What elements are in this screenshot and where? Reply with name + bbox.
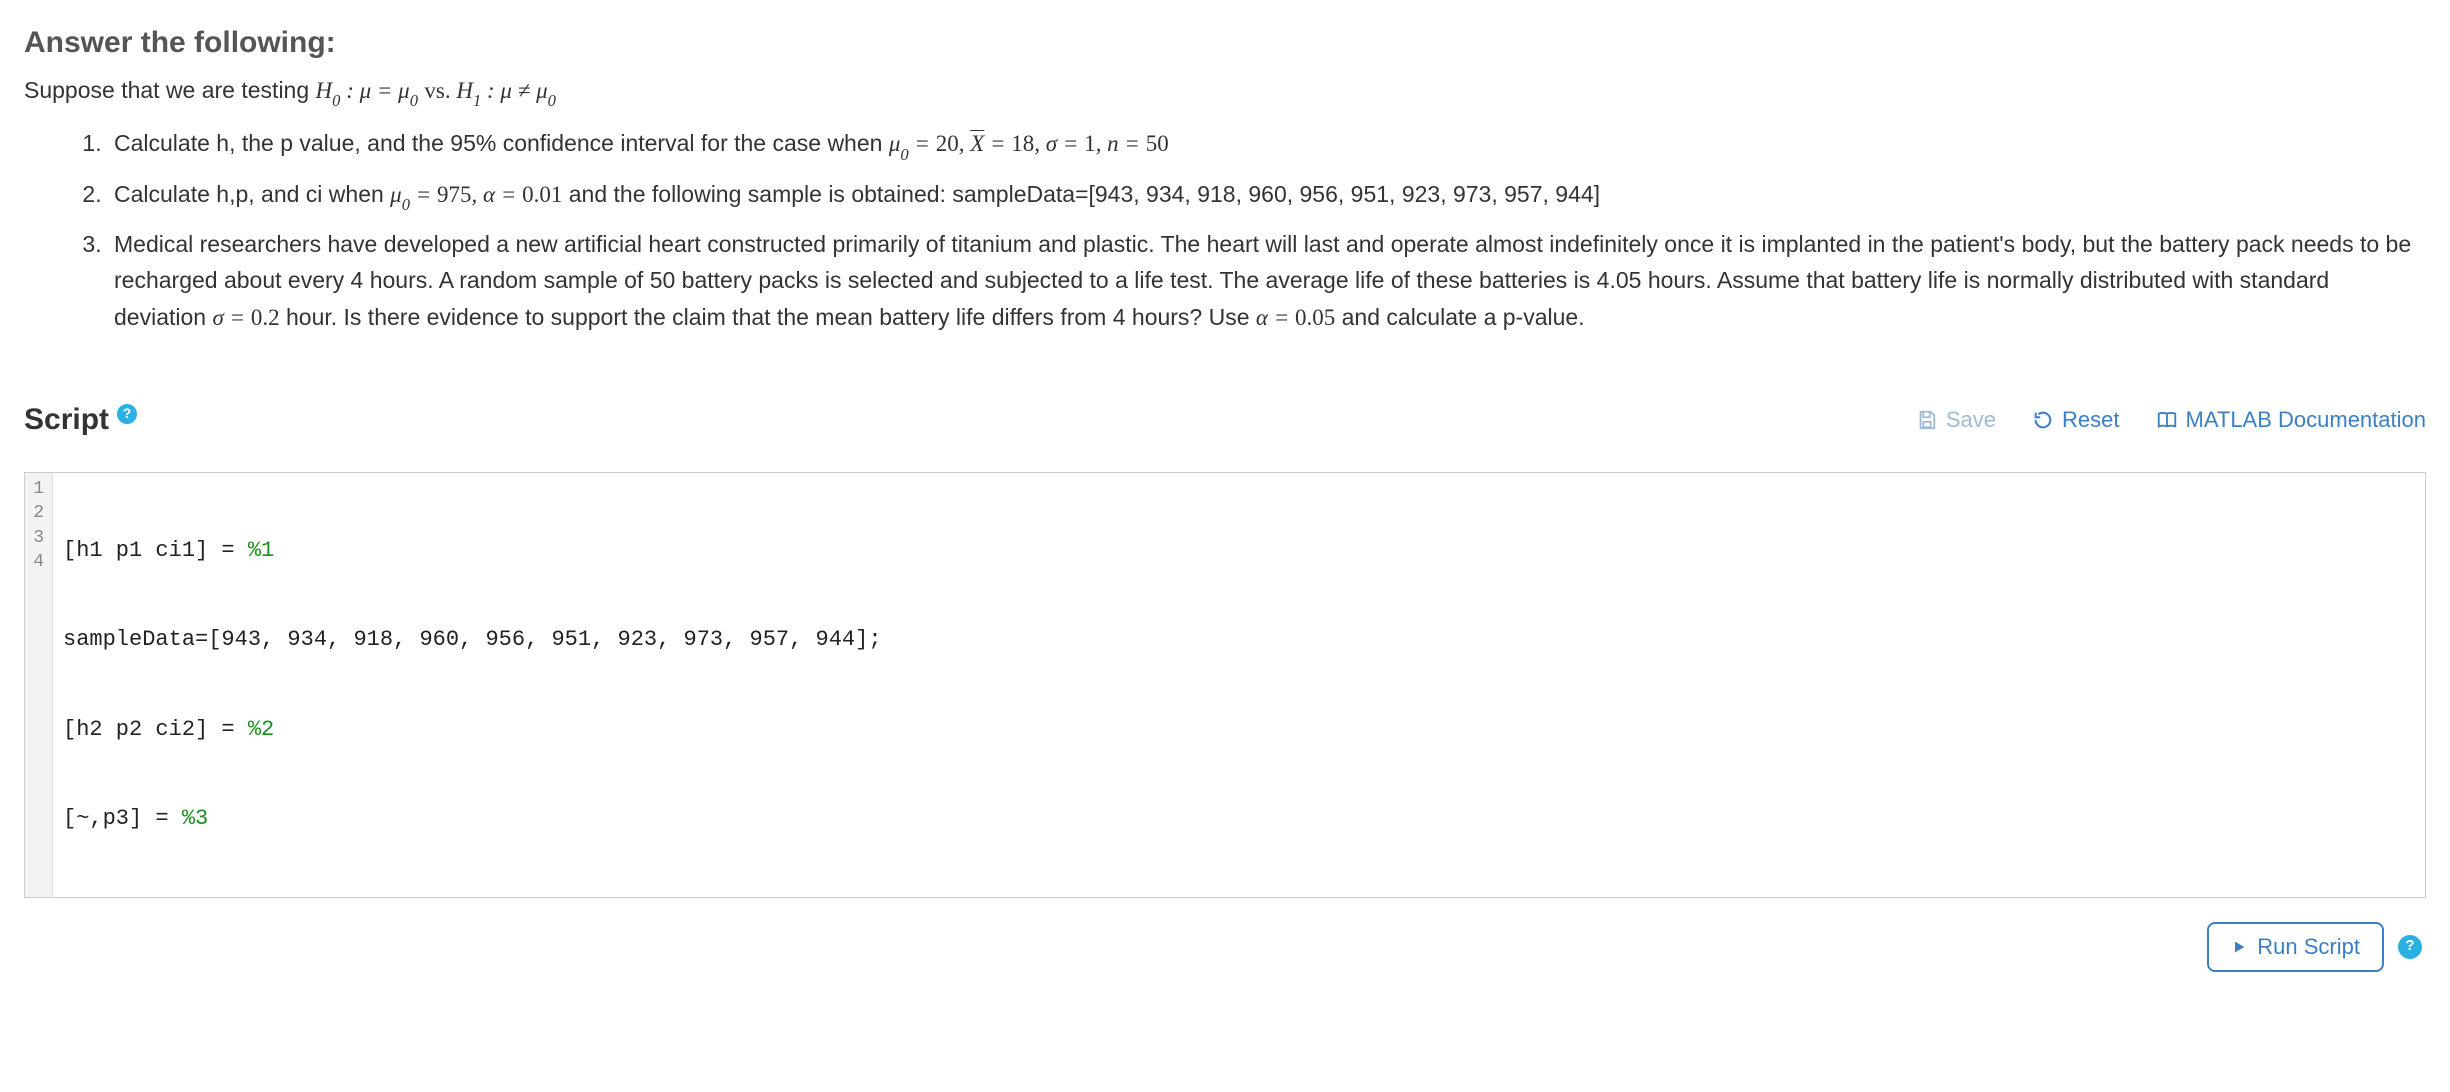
save-button[interactable]: Save [1916,407,1996,433]
docs-label: MATLAB Documentation [2186,407,2426,433]
code-line: sampleData=[943, 934, 918, 960, 956, 951… [63,625,2415,655]
reset-label: Reset [2062,407,2119,433]
code-text: [h2 p2 ci2] = [63,717,248,742]
intro-text: Suppose that we are testing H0 : μ = μ0 … [24,73,2426,111]
docs-button[interactable]: MATLAB Documentation [2156,407,2426,433]
math-h1: H1 : μ ≠ μ0 [456,78,556,103]
book-icon [2156,409,2178,431]
line-number: 2 [33,501,44,525]
question-1: Calculate h, the p value, and the 95% co… [108,125,2426,165]
math-h0: H0 : μ = μ0 [316,78,418,103]
run-label: Run Script [2257,934,2360,960]
reset-button[interactable]: Reset [2032,407,2119,433]
script-header: Script ? Save Reset [24,397,2426,442]
line-number: 1 [33,477,44,501]
code-area[interactable]: [h1 p1 ci1] = %1 sampleData=[943, 934, 9… [53,473,2425,897]
q1-text: Calculate h, the p value, and the 95% co… [114,130,889,156]
line-gutter: 1 2 3 4 [25,473,53,897]
code-text: [h1 p1 ci1] = [63,538,248,563]
code-editor[interactable]: 1 2 3 4 [h1 p1 ci1] = %1 sampleData=[943… [24,472,2426,898]
question-2: Calculate h,p, and ci when μ0 = 975, α =… [108,176,2426,216]
line-number: 4 [33,550,44,574]
code-comment: %3 [182,806,208,831]
code-comment: %2 [248,717,274,742]
q3-sigma: σ = 0.2 [212,305,279,330]
script-help-icon[interactable]: ? [117,404,137,424]
script-title-wrap: Script ? [24,397,137,442]
q2-prefix: Calculate h,p, and ci when [114,181,390,207]
code-comment: %1 [248,538,274,563]
vs-text: vs. [424,78,456,103]
q2-mid: and the following sample is obtained: sa… [562,181,1600,207]
line-number: 3 [33,526,44,550]
intro-prefix: Suppose that we are testing [24,77,316,103]
question-3: Medical researchers have developed a new… [108,226,2426,337]
code-text: [~,p3] = [63,806,182,831]
code-line: [h1 p1 ci1] = %1 [63,536,2415,566]
q3-p3: and calculate a p-value. [1342,304,1585,330]
save-label: Save [1946,407,1996,433]
script-title: Script [24,397,109,442]
toolbar: Save Reset MATLAB Documentation [1916,407,2426,433]
save-icon [1916,409,1938,431]
code-line: [h2 p2 ci2] = %2 [63,715,2415,745]
footer-help-icon[interactable]: ? [2398,935,2422,959]
footer-row: Run Script ? [24,922,2426,972]
run-script-button[interactable]: Run Script [2207,922,2384,972]
play-icon [2231,939,2247,955]
q3-alpha: α = 0.05 [1256,305,1335,330]
reset-icon [2032,409,2054,431]
question-list: Calculate h, the p value, and the 95% co… [24,125,2426,337]
q1-math: μ0 = 20, X = 18, σ = 1, n = 50 [889,131,1169,156]
code-line: [~,p3] = %3 [63,804,2415,834]
code-text: sampleData=[943, 934, 918, 960, 956, 951… [63,627,882,652]
q3-p2: hour. Is there evidence to support the c… [286,304,1256,330]
q2-math: μ0 = 975, α = 0.01 [390,182,562,207]
page-heading: Answer the following: [24,20,2426,65]
